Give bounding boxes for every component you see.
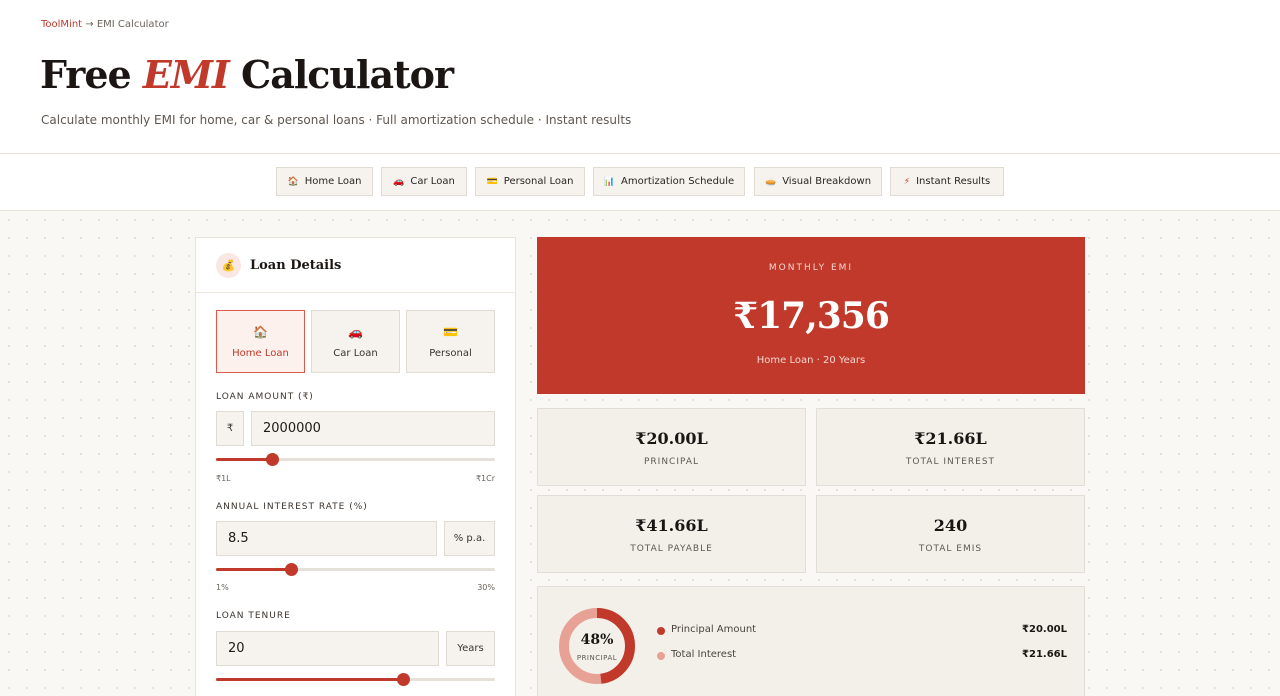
loan-type-car[interactable]: 🚗 Car Loan (311, 310, 400, 373)
loan-amount-slider[interactable] (216, 453, 495, 466)
monthly-emi-label: MONTHLY EMI (768, 263, 854, 273)
feature-chip-label: Personal Loan (503, 176, 574, 187)
interest-rate-label: ANNUAL INTEREST RATE (%) (216, 502, 368, 512)
loan-type-label: Home Loan (232, 347, 289, 359)
feature-chip-label: Amortization Schedule (621, 176, 735, 187)
stat-value: ₹20.00L (635, 429, 708, 448)
stat-label: TOTAL EMIS (918, 544, 983, 554)
slider-thumb[interactable] (265, 453, 279, 466)
rate-max-label: 30% (477, 583, 495, 592)
feature-chip-amortization: 📊 Amortization Schedule (593, 167, 745, 196)
feature-chip-label: Visual Breakdown (782, 176, 872, 187)
stat-card-total-payable: ₹41.66L TOTAL PAYABLE (537, 495, 806, 573)
card-icon: 💳 (443, 324, 458, 339)
page-header: ToolMint → EMI Calculator Free EMI Calcu… (0, 0, 1280, 154)
rupee-prefix: ₹ (216, 411, 244, 446)
loan-amount-input[interactable]: 2000000 (251, 411, 495, 446)
slider-thumb[interactable] (396, 673, 410, 686)
panel-title: Loan Details (250, 258, 342, 273)
loan-type-personal[interactable]: 💳 Personal (406, 310, 495, 373)
rate-suffix: % p.a. (444, 521, 495, 556)
principal-legend-dot (657, 627, 665, 635)
house-icon: 🏠 (287, 176, 299, 187)
loan-tenure-input[interactable]: 20 (216, 631, 439, 666)
feature-chip-label: Instant Results (916, 176, 991, 187)
stat-value: ₹41.66L (635, 516, 708, 535)
loan-type-home[interactable]: 🏠 Home Loan (216, 310, 305, 373)
stat-value: 240 (933, 516, 968, 535)
interest-rate-slider[interactable] (216, 563, 495, 576)
monthly-emi-card: MONTHLY EMI ₹17,356 Home Loan · 20 Years (537, 237, 1085, 394)
breadcrumb-separator: → (85, 19, 94, 30)
principal-legend-value: ₹20.00L (1022, 624, 1067, 635)
panel-header: 💰 Loan Details (196, 238, 515, 293)
interest-legend-dot (657, 652, 665, 660)
page-title: Free EMI Calculator (40, 52, 454, 97)
car-icon: 🚗 (348, 324, 363, 339)
money-bag-icon: 💰 (216, 253, 241, 278)
stat-card-total-interest: ₹21.66L TOTAL INTEREST (816, 408, 1085, 486)
card-icon: 💳 (486, 176, 498, 187)
interest-rate-input[interactable]: 8.5 (216, 521, 437, 556)
stat-card-total-emis: 240 TOTAL EMIS (816, 495, 1085, 573)
title-prefix: Free (40, 52, 132, 97)
feature-chip-home-loan: 🏠 Home Loan (276, 167, 373, 196)
feature-chip-personal-loan: 💳 Personal Loan (475, 167, 585, 196)
bar-chart-icon: 📊 (603, 176, 616, 187)
rate-min-label: 1% (216, 583, 229, 592)
monthly-emi-subtext: Home Loan · 20 Years (756, 355, 866, 366)
stat-label: TOTAL INTEREST (905, 457, 996, 467)
lightning-icon: ⚡ (903, 176, 911, 187)
breadcrumb-home-link[interactable]: ToolMint (41, 19, 82, 30)
feature-chip-car-loan: 🚗 Car Loan (381, 167, 467, 196)
loan-details-panel: 💰 Loan Details 🏠 Home Loan 🚗 Car Loan 💳 … (195, 237, 516, 696)
feature-chip-label: Home Loan (304, 176, 362, 187)
car-icon: 🚗 (393, 176, 405, 187)
donut-caption: PRINCIPAL (576, 654, 618, 662)
amount-max-label: ₹1Cr (475, 474, 495, 483)
stat-label: PRINCIPAL (643, 457, 700, 467)
amount-min-label: ₹1L (216, 474, 231, 483)
donut-percent: 48% (580, 632, 614, 648)
loan-amount-label: LOAN AMOUNT (₹) (216, 392, 314, 402)
principal-legend-label: Principal Amount (671, 624, 757, 635)
loan-type-label: Car Loan (333, 347, 378, 359)
slider-fill (216, 678, 403, 681)
feature-chip-instant-results: ⚡ Instant Results (890, 167, 1004, 196)
loan-tenure-slider[interactable] (216, 673, 495, 686)
feature-chip-visual-breakdown: 🥧 Visual Breakdown (754, 167, 882, 196)
breadcrumb: ToolMint → EMI Calculator (41, 19, 169, 30)
loan-type-label: Personal (429, 347, 472, 359)
breakdown-card: 48% PRINCIPAL Principal Amount ₹20.00L T… (537, 586, 1085, 696)
stat-label: TOTAL PAYABLE (630, 544, 713, 554)
slider-fill (216, 568, 292, 571)
loan-tenure-label: LOAN TENURE (216, 611, 291, 621)
pie-icon: 🥧 (764, 176, 777, 187)
feature-bar: 🏠 Home Loan 🚗 Car Loan 💳 Personal Loan 📊… (0, 154, 1280, 211)
page-subtitle: Calculate monthly EMI for home, car & pe… (41, 113, 632, 127)
breadcrumb-current: EMI Calculator (96, 19, 169, 30)
interest-legend-value: ₹21.66L (1022, 649, 1067, 660)
tenure-suffix: Years (446, 631, 495, 666)
stat-card-principal: ₹20.00L PRINCIPAL (537, 408, 806, 486)
monthly-emi-value: ₹17,356 (733, 295, 890, 337)
interest-legend-label: Total Interest (671, 649, 737, 660)
house-icon: 🏠 (253, 324, 268, 339)
slider-fill (216, 458, 272, 461)
title-suffix: Calculator (240, 52, 454, 97)
stat-value: ₹21.66L (914, 429, 987, 448)
title-accent: EMI (142, 52, 230, 97)
feature-chip-label: Car Loan (410, 176, 455, 187)
slider-thumb[interactable] (285, 563, 299, 576)
